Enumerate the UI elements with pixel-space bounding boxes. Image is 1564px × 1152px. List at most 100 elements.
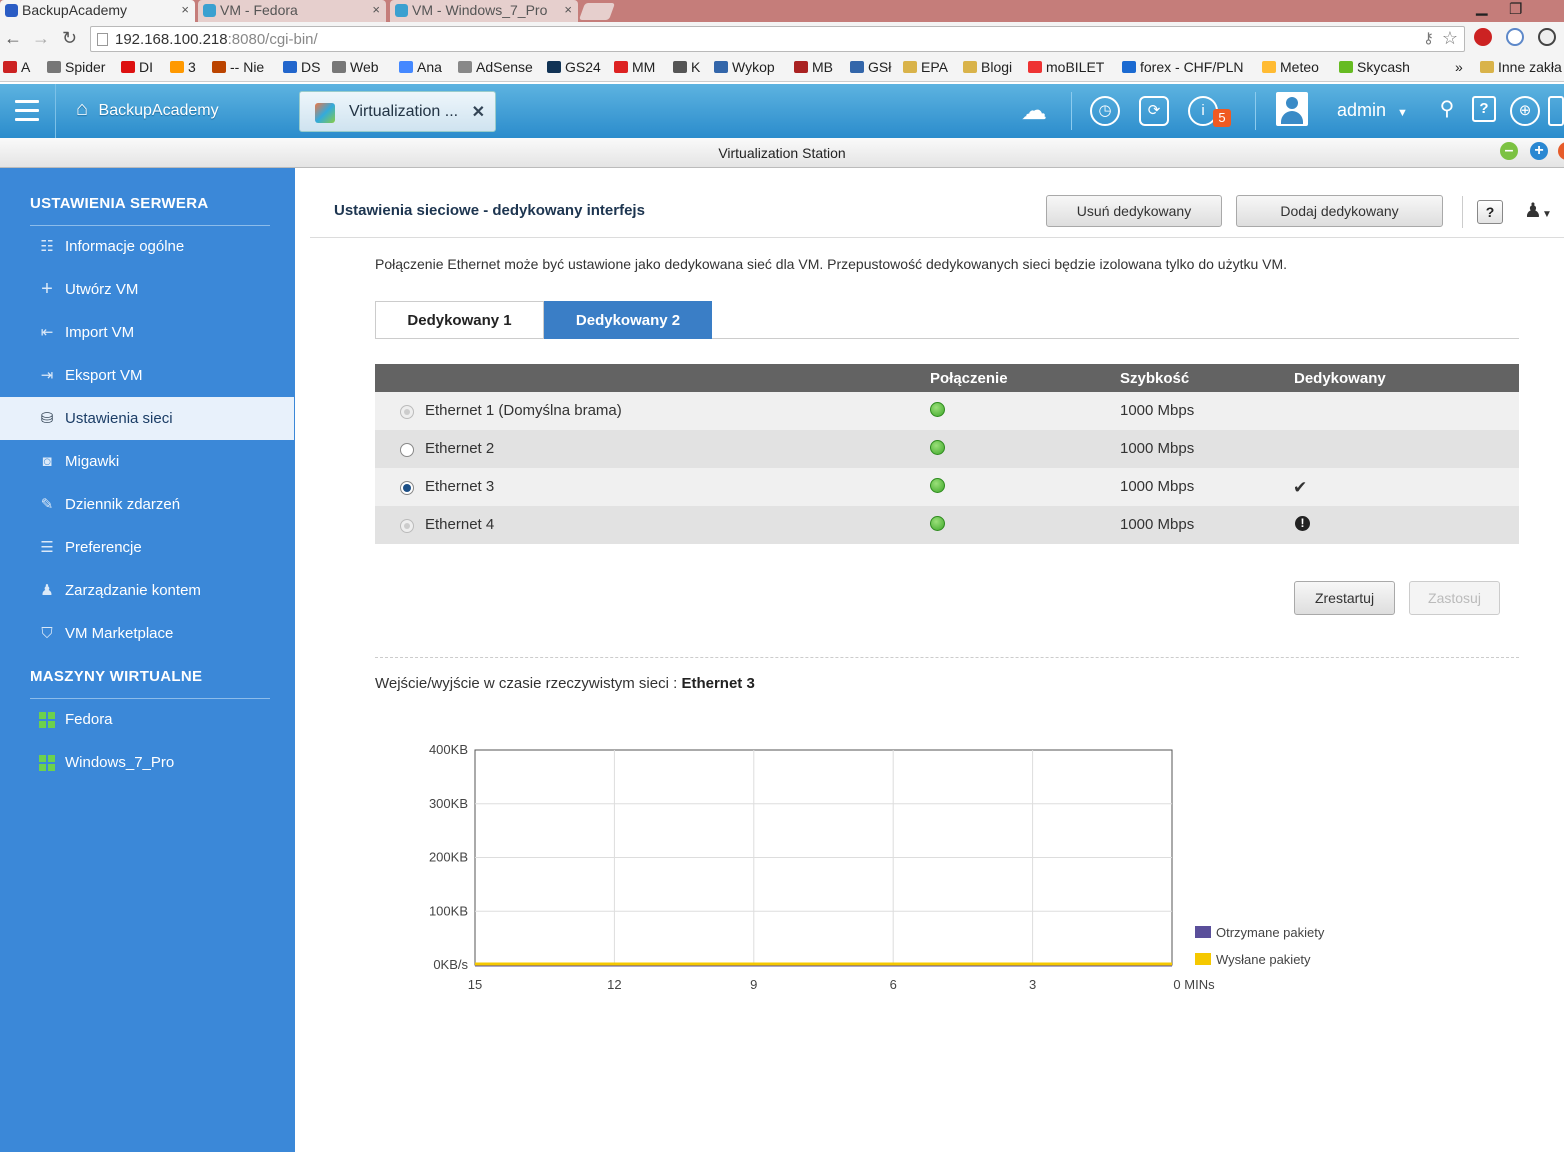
bookmark-item[interactable]: Web [332,59,379,75]
bookmark-label: 3 [188,59,196,75]
legend-item-sent: Wysłane pakiety [1195,952,1311,967]
list-icon: ☷ [40,238,54,255]
notification-badge: 5 [1213,109,1231,127]
page-icon [97,33,108,46]
close-app-tab-icon[interactable]: ✕ [472,102,485,122]
bookmarks-overflow-button[interactable]: » [1455,59,1463,75]
home-button[interactable]: ⌂ BackupAcademy [76,98,219,121]
sidebar-item-snapshots[interactable]: ◙ Migawki [0,440,294,483]
bookmark-item[interactable]: forex - CHF/PLN [1122,59,1243,75]
browser-tab-vm-fedora[interactable]: VM - Fedora × [198,0,386,22]
sidebar-item-account-management[interactable]: ♟ Zarządzanie kontem [0,569,294,612]
sidebar-section-server: USTAWIENIA SERWERA [30,195,209,212]
plus-icon: + [41,278,53,300]
bookmark-label: Spider [65,59,106,75]
sidebar-item-event-log[interactable]: ✎ Dziennik zdarzeń [0,483,294,526]
network-io-chart: 15 12 9 6 3 0 MINs 0KB/s 100KB 200KB 300KB 400KB [429,742,1215,992]
sidebar-item-network-settings[interactable]: ⛁ Ustawienia sieci [0,397,294,440]
adblock-icon[interactable] [1474,28,1492,46]
bookmark-item[interactable]: K [673,59,700,75]
bookmark-item[interactable]: Blogi [963,59,1012,75]
address-bar[interactable]: 192.168.100.218:8080/cgi-bin/ ⚷ ☆ [90,26,1465,52]
bookmark-label: K [691,59,701,75]
bookmark-item[interactable]: Spider [47,59,105,75]
sidebar-item-label: Fedora [65,711,113,728]
close-tab-icon[interactable]: × [564,2,572,17]
bookmark-item[interactable]: MM [614,59,655,75]
user-name[interactable]: admin ▼ [1337,100,1408,121]
back-arrow-icon[interactable]: ← [4,28,22,49]
x-tick-label: 0 MINs [1173,977,1215,992]
avatar[interactable] [1276,92,1308,126]
bookmark-item[interactable]: MB [794,59,833,75]
bookmark-item[interactable]: EPA [903,59,948,75]
sidebar-item-create-vm[interactable]: + Utwórz VM [0,268,294,311]
minimize-icon[interactable]: ▁ [1476,0,1488,16]
globe-icon[interactable]: ⊕ [1510,96,1540,126]
legend-swatch [1195,926,1211,938]
vm-favicon-icon [395,4,408,17]
vm-favicon-icon [203,4,216,17]
bookmark-item[interactable]: Ana [399,59,442,75]
bookmark-label: Skycash [1357,59,1410,75]
bookmark-item[interactable]: Wykop [714,59,775,75]
sidebar-item-label: VM Marketplace [65,625,174,642]
bookmark-item[interactable]: AdSense [458,59,533,75]
sync-icon[interactable]: ⟳ [1139,96,1169,126]
reload-icon[interactable]: ↻ [62,28,77,49]
bookmark-item[interactable]: DS [283,59,320,75]
bookmark-item[interactable]: 3 [170,59,196,75]
extension-icon[interactable] [1506,28,1524,46]
minimize-window-icon[interactable]: – [1500,142,1518,160]
other-bookmarks-folder[interactable]: Inne zakła [1480,59,1562,75]
close-tab-icon[interactable]: × [372,2,380,17]
vm-grid-icon [39,755,55,771]
bookmark-favicon-icon [673,61,687,73]
bookmark-star-icon[interactable]: ☆ [1442,28,1458,49]
app-tab-virtualization[interactable]: Virtualization ... ✕ [299,91,496,132]
sidebar-item-export-vm[interactable]: ⇥ Eksport VM [0,354,294,397]
sidebar-item-vm-marketplace[interactable]: ⛉ VM Marketplace [0,612,294,655]
sidebar-item-vm-fedora[interactable]: Fedora [0,698,294,741]
new-tab-button[interactable] [578,3,616,20]
sidebar-item-vm-windows[interactable]: Windows_7_Pro [0,741,294,784]
forward-arrow-icon[interactable]: → [32,28,50,49]
bookmark-item[interactable]: moBILET [1028,59,1104,75]
bookmark-label: EPA [921,59,948,75]
key-icon[interactable]: ⚷ [1423,29,1434,47]
bookmark-item[interactable]: Meteo [1262,59,1319,75]
bookmark-item[interactable]: GSł [850,59,891,75]
search-icon[interactable]: ⚲ [1432,96,1462,126]
maximize-icon[interactable]: ❐ [1509,0,1522,18]
bookmark-label: Wykop [732,59,775,75]
menu-button[interactable] [0,84,56,138]
app-header: ⌂ BackupAcademy Virtualization ... ✕ ☁ ◷… [0,84,1564,138]
bookmark-favicon-icon [1122,61,1136,73]
url-path: :8080/cgi-bin/ [227,31,318,48]
sidebar-item-preferences[interactable]: ☰ Preferencje [0,526,294,569]
bookmark-favicon-icon [1028,61,1042,73]
sidebar-item-import-vm[interactable]: ⇤ Import VM [0,311,294,354]
browser-tab-title: VM - Windows_7_Pro [412,2,548,18]
bookmark-favicon-icon [714,61,728,73]
bookmark-favicon-icon [963,61,977,73]
user-name-label: admin [1337,100,1387,120]
bookmark-label: A [21,59,31,75]
main-panel: Ustawienia sieciowe - dedykowany interfe… [310,184,1564,1132]
more-icon[interactable] [1548,96,1564,126]
close-tab-icon[interactable]: × [181,2,189,17]
bookmark-item[interactable]: DI [121,59,153,75]
browser-tab-backupacademy[interactable]: BackupAcademy × [0,0,195,22]
network-icon: ⛁ [40,410,54,427]
sidebar-item-general-info[interactable]: ☷ Informacje ogólne [0,225,294,268]
clock-icon[interactable]: ◷ [1090,96,1120,126]
extension-off-icon[interactable] [1538,28,1556,46]
maximize-window-icon[interactable]: + [1530,142,1548,160]
bookmark-item[interactable]: GS24 [547,59,601,75]
bookmark-item[interactable]: -- Nie [212,59,264,75]
cloud-icon[interactable]: ☁ [1019,96,1049,126]
browser-tab-vm-windows[interactable]: VM - Windows_7_Pro × [390,0,578,22]
bookmark-item[interactable]: Skycash [1339,59,1410,75]
bookmark-item[interactable]: A [3,59,30,75]
help-icon[interactable]: ? [1472,96,1496,122]
